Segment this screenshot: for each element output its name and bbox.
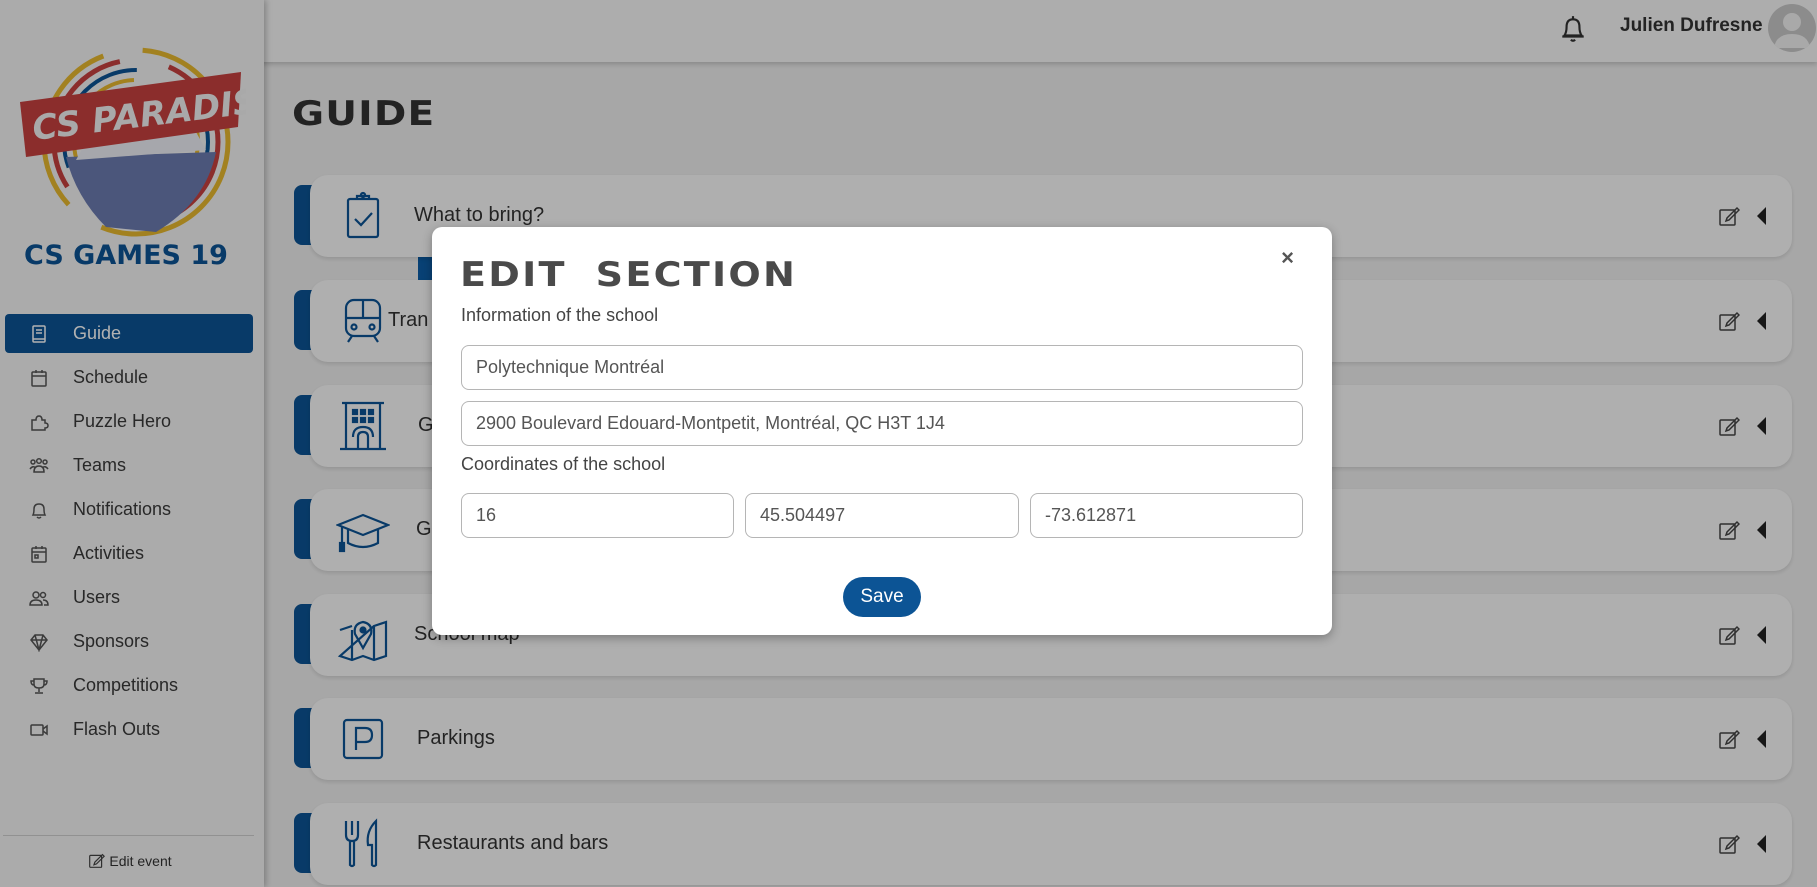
school-address-input[interactable] bbox=[461, 401, 1303, 446]
map-zoom-input[interactable] bbox=[461, 493, 734, 538]
latitude-input[interactable] bbox=[745, 493, 1019, 538]
longitude-input[interactable] bbox=[1030, 493, 1303, 538]
modal-title: EDIT SECTION bbox=[460, 255, 798, 295]
edit-section-modal: × EDIT SECTION Information of the school… bbox=[432, 227, 1332, 635]
save-button[interactable]: Save bbox=[843, 577, 921, 617]
close-button[interactable]: × bbox=[1281, 245, 1294, 271]
school-coordinates-label: Coordinates of the school bbox=[461, 454, 666, 474]
school-name-input[interactable] bbox=[461, 345, 1303, 390]
school-info-label: Information of the school bbox=[461, 305, 659, 325]
